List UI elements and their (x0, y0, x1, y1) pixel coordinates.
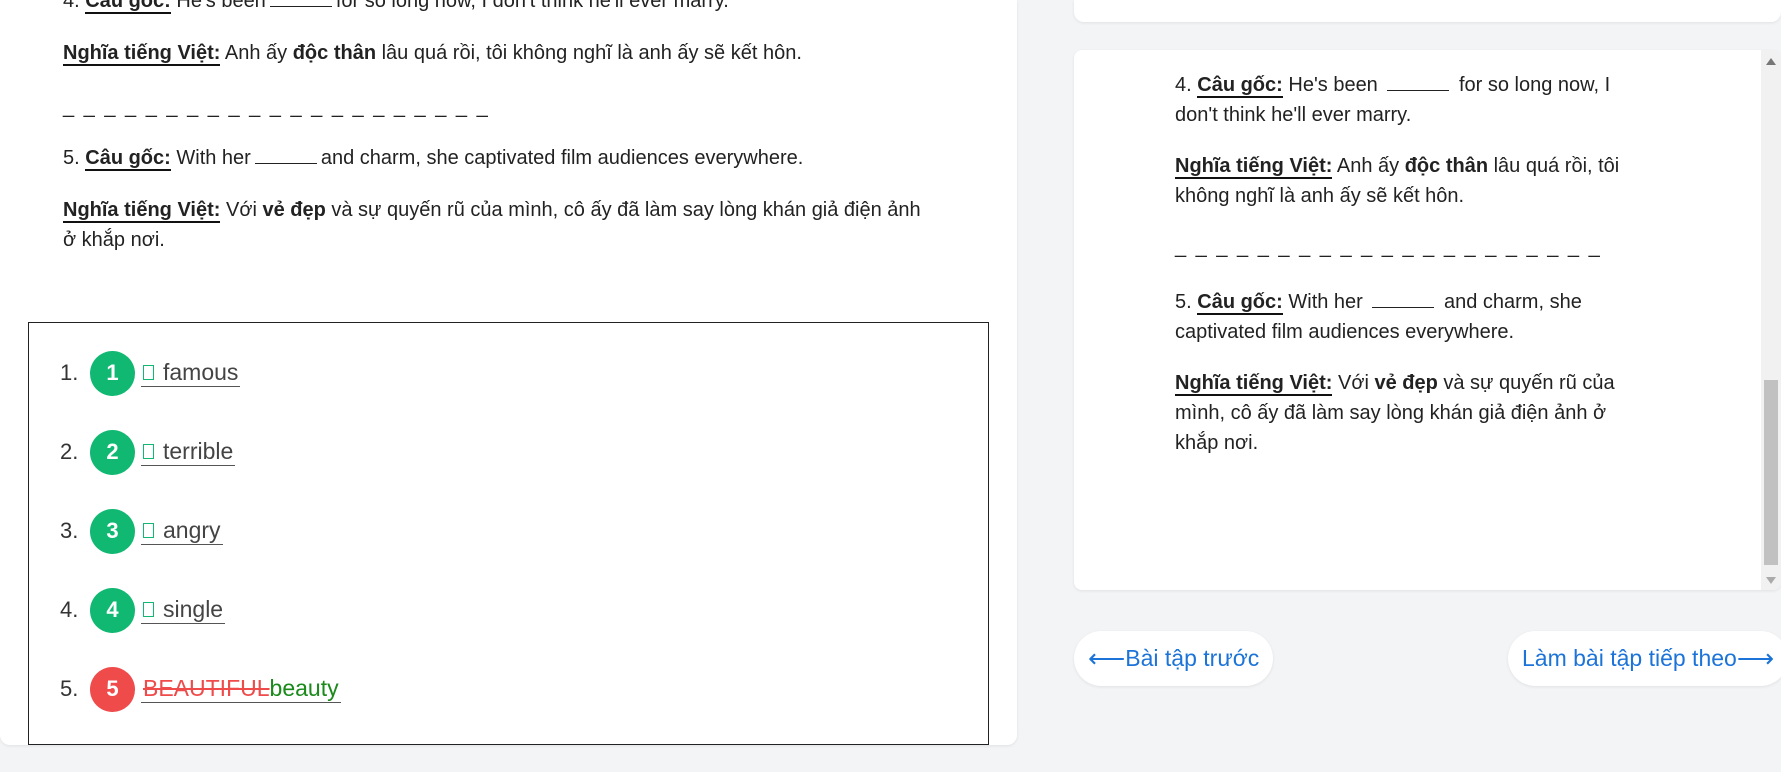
wrong-answer: BEAUTIFUL (143, 675, 270, 701)
question-5-meaning-line2: ở khắp nơi. (63, 229, 165, 251)
answer-blank (254, 146, 317, 164)
arrow-right-icon: ⟶ (1736, 643, 1775, 673)
correct-badge: 2 (90, 429, 135, 475)
answer-blank (1372, 290, 1435, 308)
top-card (1074, 0, 1781, 22)
check-icon (143, 523, 154, 538)
question-4-meaning: Nghĩa tiếng Việt: Anh ấy độc thân lâu qu… (1175, 155, 1620, 207)
answer-row-3: 3. 3 angry (60, 508, 223, 554)
question-label: Câu gốc: (1197, 291, 1283, 315)
question-label: Câu gốc: (85, 147, 171, 171)
correct-badge: 1 (90, 350, 135, 396)
answer-text[interactable]: BEAUTIFUL beauty (141, 675, 341, 703)
scroll-down-icon[interactable] (1766, 577, 1776, 584)
check-icon (143, 365, 154, 380)
meaning-label: Nghĩa tiếng Việt: (63, 199, 221, 223)
transcript-panel: 4. Câu gốc: He's been for so long now, I… (1074, 50, 1781, 590)
correct-badge: 4 (90, 587, 135, 633)
answer-text[interactable]: angry (141, 517, 223, 545)
question-5-sentence: 5. Câu gốc: With her and charm, she capt… (1175, 290, 1582, 343)
check-icon (143, 444, 154, 459)
next-exercise-button[interactable]: Làm bài tập tiếp theo ⟶ (1508, 631, 1781, 686)
answer-row-4: 4. 4 single (60, 587, 226, 633)
question-label: Câu gốc: (1197, 74, 1283, 98)
scroll-thumb[interactable] (1764, 380, 1778, 565)
question-5-sentence: 5. Câu gốc: With her and charm, she capti… (63, 146, 804, 171)
answer-text[interactable]: terrible (141, 438, 236, 466)
answer-text[interactable]: famous (141, 359, 241, 387)
answer-blank (269, 0, 332, 7)
question-5-meaning: Nghĩa tiếng Việt: Với vẻ đẹp và sự quyến… (1175, 372, 1615, 454)
question-5-meaning: Nghĩa tiếng Việt: Với vẻ đẹp và sự quyến… (63, 199, 921, 223)
arrow-left-icon: ⟵ (1088, 643, 1126, 673)
answer-row-2: 2. 2 terrible (60, 429, 236, 475)
check-icon (143, 602, 154, 617)
answer-text[interactable]: single (141, 596, 226, 624)
scroll-up-icon[interactable] (1766, 58, 1776, 65)
correct-badge: 3 (90, 508, 135, 554)
wrong-badge: 5 (90, 666, 135, 712)
separator-dashes: _ _ _ _ _ _ _ _ _ _ _ _ _ _ _ _ _ _ _ _ … (63, 96, 490, 118)
meaning-label: Nghĩa tiếng Việt: (1175, 372, 1333, 396)
answer-row-5: 5. 5 BEAUTIFUL beauty (60, 666, 341, 712)
answer-blank (1387, 73, 1450, 91)
exercise-card: 4. Câu gốc: He's been for so long now, I … (0, 0, 1017, 745)
correct-answer: beauty (269, 675, 339, 701)
meaning-label: Nghĩa tiếng Việt: (63, 42, 221, 66)
previous-exercise-button[interactable]: ⟵ Bài tập trước (1074, 631, 1274, 686)
question-4-sentence: 4. Câu gốc: He's been for so long now, I… (1175, 73, 1611, 126)
meaning-label: Nghĩa tiếng Việt: (1175, 155, 1333, 179)
answer-row-1: 1. 1 famous (60, 350, 241, 396)
question-4-meaning: Nghĩa tiếng Việt: Anh ấy độc thân lâu qu… (63, 42, 802, 66)
separator-dashes: _ _ _ _ _ _ _ _ _ _ _ _ _ _ _ _ _ _ _ _ … (1175, 236, 1602, 258)
question-label: Câu gốc: (85, 0, 171, 14)
answers-box: 1. 1 famous 2. 2 terrible 3. 3 angry 4. … (28, 322, 989, 745)
scrollbar[interactable] (1761, 50, 1781, 590)
question-4-sentence: 4. Câu gốc: He's been for so long now, I … (63, 0, 729, 16)
